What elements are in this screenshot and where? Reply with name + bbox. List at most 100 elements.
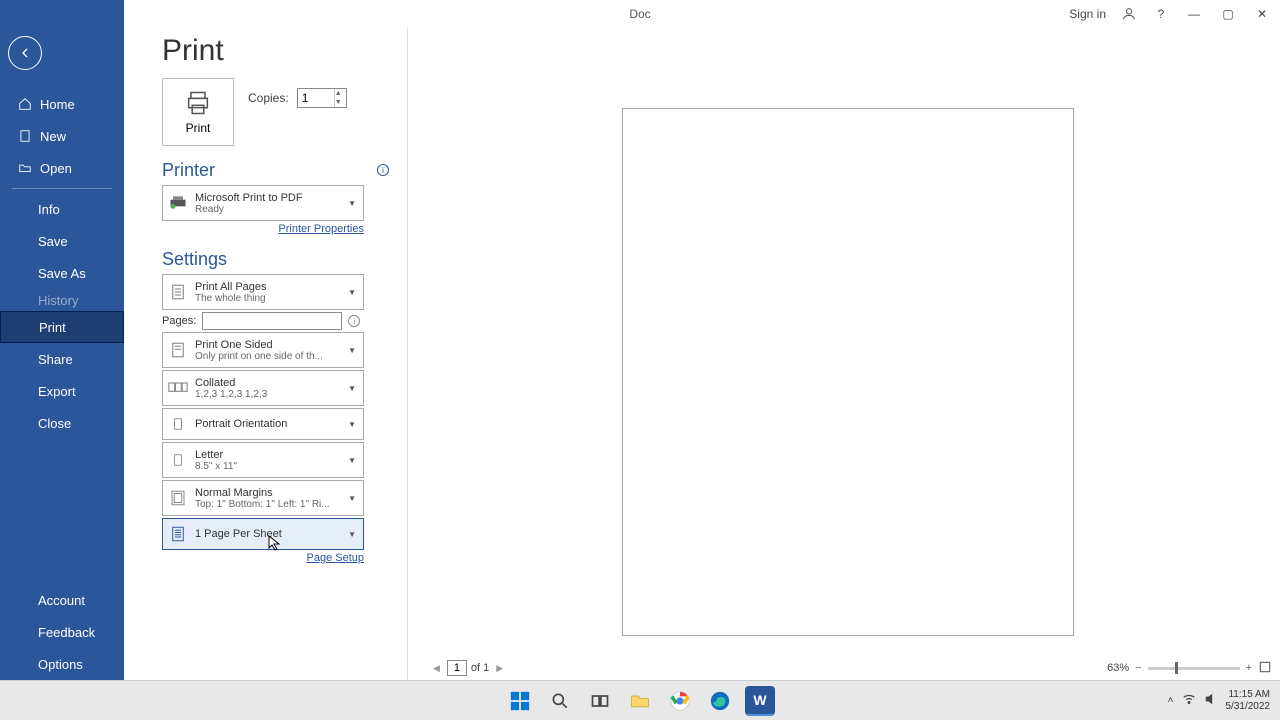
back-button[interactable] [8,36,42,70]
help-icon[interactable]: ? [1152,5,1170,23]
printer-name: Microsoft Print to PDF [195,192,342,204]
chrome-button[interactable] [665,686,695,716]
printer-heading: Printer i [162,160,407,181]
sidebar-item-save-as[interactable]: Save As [0,257,124,289]
page-of-label: of 1 [471,662,489,674]
print-scope-dropdown[interactable]: Print All PagesThe whole thing ▼ [162,274,364,310]
clock-time: 11:15 AM [1226,689,1271,701]
backstage-sidebar: Home New Open Info Save Save As History … [0,0,124,680]
titlebar: Doc Sign in ? — ▢ ✕ [0,0,1280,28]
next-page-button[interactable]: ▶ [493,663,506,674]
pages-icon [167,281,189,303]
sidebar-item-save[interactable]: Save [0,225,124,257]
printer-dropdown[interactable]: Microsoft Print to PDF Ready ▼ [162,185,364,221]
sidebar-label: Export [38,384,76,399]
print-preview [408,28,1280,680]
sidebar-item-account[interactable]: Account [0,584,124,616]
single-sided-icon [167,339,189,361]
print-panel: Print Print Copies: ▲▼ Printer i Microso… [124,28,408,680]
collated-icon [167,377,189,399]
page-title: Print [162,34,407,68]
chevron-down-icon: ▼ [348,420,359,429]
sidebar-item-close[interactable]: Close [0,407,124,439]
chevron-down-icon: ▼ [348,346,359,355]
sidebar-label: Account [38,593,85,608]
orientation-dropdown[interactable]: Portrait Orientation ▼ [162,408,364,440]
sidebar-item-export[interactable]: Export [0,375,124,407]
print-button-label: Print [186,121,211,135]
word-button[interactable]: W [745,686,775,716]
printer-properties-link[interactable]: Printer Properties [162,223,364,235]
user-icon[interactable] [1120,5,1138,23]
volume-icon[interactable] [1204,692,1218,709]
margins-dropdown[interactable]: Normal MarginsTop: 1" Bottom: 1" Left: 1… [162,480,364,516]
zoom-slider[interactable] [1148,667,1240,670]
sidebar-item-share[interactable]: Share [0,343,124,375]
sidebar-item-print[interactable]: Print [0,311,124,343]
close-button[interactable]: ✕ [1252,4,1272,24]
zoom-in-button[interactable]: + [1246,662,1252,674]
task-view-button[interactable] [585,686,615,716]
zoom-value: 63% [1107,662,1129,674]
preview-footer: ◀ of 1 ▶ 63% − + [430,656,1280,680]
sidebar-label: Save As [38,266,86,281]
sidebar-item-history[interactable]: History [0,289,124,311]
zoom-out-button[interactable]: − [1135,662,1141,674]
sidebar-item-options[interactable]: Options [0,648,124,680]
sidebar-label: Open [40,161,72,176]
wifi-icon[interactable] [1182,692,1196,709]
edge-button[interactable] [705,686,735,716]
page-setup-link[interactable]: Page Setup [162,552,364,564]
sidebar-separator [12,188,112,189]
printer-icon [184,89,212,117]
sided-dropdown[interactable]: Print One SidedOnly print on one side of… [162,332,364,368]
prev-page-button[interactable]: ◀ [430,663,443,674]
chevron-down-icon: ▼ [348,456,359,465]
chevron-down-icon: ▼ [348,384,359,393]
fit-page-button[interactable] [1258,660,1272,677]
explorer-button[interactable] [625,686,655,716]
portrait-icon [167,413,189,435]
collation-dropdown[interactable]: Collated1,2,3 1,2,3 1,2,3 ▼ [162,370,364,406]
pages-label: Pages: [162,315,196,327]
sidebar-item-info[interactable]: Info [0,193,124,225]
maximize-button[interactable]: ▢ [1218,4,1238,24]
info-icon[interactable]: i [348,315,360,327]
chevron-down-icon: ▼ [348,494,359,503]
margins-icon [167,487,189,509]
pages-input[interactable] [202,312,342,330]
print-button[interactable]: Print [162,78,234,146]
sidebar-label: Info [38,202,60,217]
sidebar-item-home[interactable]: Home [0,88,124,120]
sidebar-label: Print [39,320,66,335]
sidebar-label: Feedback [38,625,95,640]
tray-chevron-icon[interactable]: ˄ [1168,695,1174,706]
sidebar-label: Options [38,657,83,672]
copies-input[interactable] [298,89,334,107]
info-icon[interactable]: i [377,164,389,176]
minimize-button[interactable]: — [1184,4,1204,24]
sidebar-label: Close [38,416,71,431]
open-icon [18,161,32,175]
copies-spinner[interactable]: ▲▼ [297,88,347,108]
sidebar-item-new[interactable]: New [0,120,124,152]
chevron-down-icon: ▼ [348,288,359,297]
new-icon [18,129,32,143]
paper-size-dropdown[interactable]: Letter8.5" x 11" ▼ [162,442,364,478]
pages-per-sheet-icon [167,523,189,545]
paper-icon [167,449,189,471]
sidebar-label: Share [38,352,73,367]
page-number-input[interactable] [447,660,467,676]
sidebar-item-feedback[interactable]: Feedback [0,616,124,648]
printer-status: Ready [195,204,342,215]
start-button[interactable] [505,686,535,716]
chevron-down-icon: ▼ [348,199,359,208]
sidebar-label: History [38,293,78,308]
doc-title: Doc [629,7,650,21]
pages-per-sheet-dropdown[interactable]: 1 Page Per Sheet ▼ [162,518,364,550]
sidebar-label: New [40,129,66,144]
sidebar-item-open[interactable]: Open [0,152,124,184]
search-button[interactable] [545,686,575,716]
clock[interactable]: 11:15 AM 5/31/2022 [1226,689,1271,713]
sign-in-link[interactable]: Sign in [1069,7,1106,21]
